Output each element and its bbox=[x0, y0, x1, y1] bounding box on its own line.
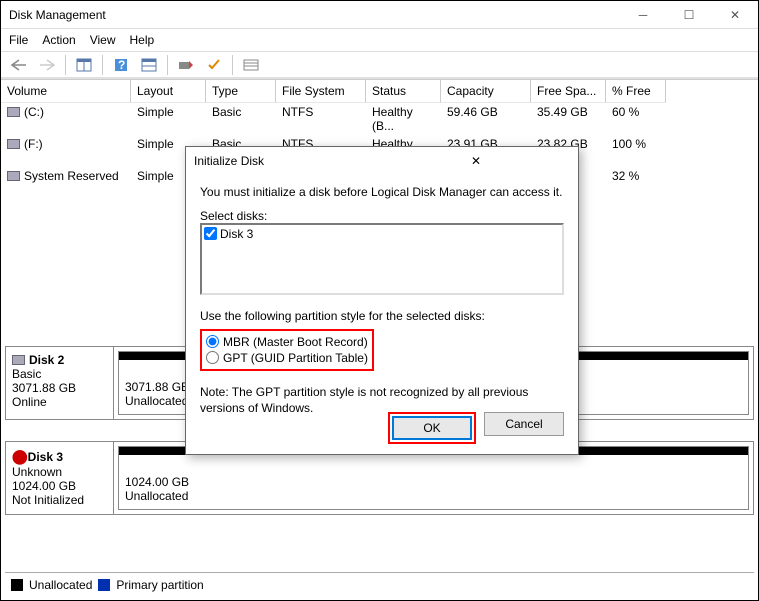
ok-button[interactable]: OK bbox=[392, 416, 472, 440]
mbr-radio-row[interactable]: MBR (Master Boot Record) bbox=[206, 335, 368, 349]
disk3-checkbox[interactable] bbox=[204, 227, 217, 240]
mbr-radio[interactable] bbox=[206, 335, 219, 348]
col-type[interactable]: Type bbox=[206, 80, 276, 103]
menu-action[interactable]: Action bbox=[42, 33, 75, 47]
initialize-disk-dialog: Initialize Disk ✕ You must initialize a … bbox=[185, 146, 579, 455]
help-icon[interactable]: ? bbox=[109, 54, 133, 76]
disk3-label: ⬤Disk 3 Unknown 1024.00 GB Not Initializ… bbox=[6, 442, 114, 514]
legend-primary: Primary partition bbox=[116, 578, 203, 592]
legend-unallocated: Unallocated bbox=[29, 578, 92, 592]
volume-header: Volume Layout Type File System Status Ca… bbox=[1, 80, 758, 103]
panel-icon[interactable] bbox=[72, 54, 96, 76]
col-status[interactable]: Status bbox=[366, 80, 441, 103]
list-icon[interactable] bbox=[239, 54, 263, 76]
col-filesystem[interactable]: File System bbox=[276, 80, 366, 103]
menu-file[interactable]: File bbox=[9, 33, 28, 47]
col-volume[interactable]: Volume bbox=[1, 80, 131, 103]
menubar: File Action View Help bbox=[1, 29, 758, 51]
highlight-partition-style: MBR (Master Boot Record) GPT (GUID Parti… bbox=[200, 329, 374, 371]
back-icon[interactable] bbox=[7, 54, 31, 76]
toolbar: ? bbox=[1, 51, 758, 79]
titlebar: Disk Management ─ ☐ ✕ bbox=[1, 1, 758, 29]
dialog-title: Initialize Disk bbox=[194, 154, 382, 168]
action-icon[interactable] bbox=[174, 54, 198, 76]
forward-icon[interactable] bbox=[35, 54, 59, 76]
col-freespace[interactable]: Free Spa... bbox=[531, 80, 606, 103]
minimize-button[interactable]: ─ bbox=[620, 1, 666, 29]
check-icon[interactable] bbox=[202, 54, 226, 76]
disk3-partition[interactable]: 1024.00 GBUnallocated bbox=[118, 446, 749, 510]
partition-style-label: Use the following partition style for th… bbox=[200, 309, 564, 323]
close-button[interactable]: ✕ bbox=[712, 1, 758, 29]
panel2-icon[interactable] bbox=[137, 54, 161, 76]
disk-icon bbox=[12, 355, 25, 365]
menu-view[interactable]: View bbox=[90, 33, 116, 47]
cancel-button[interactable]: Cancel bbox=[484, 412, 564, 436]
gpt-radio[interactable] bbox=[206, 351, 219, 364]
disk2-label: Disk 2 Basic 3071.88 GB Online bbox=[6, 347, 114, 419]
dialog-close-icon[interactable]: ✕ bbox=[382, 154, 570, 168]
dialog-instruction: You must initialize a disk before Logica… bbox=[200, 185, 564, 199]
select-disks-label: Select disks: bbox=[200, 209, 564, 223]
svg-text:?: ? bbox=[118, 58, 125, 72]
menu-help[interactable]: Help bbox=[130, 33, 155, 47]
col-capacity[interactable]: Capacity bbox=[441, 80, 531, 103]
volume-row[interactable]: (C:)SimpleBasicNTFSHealthy (B...59.46 GB… bbox=[1, 103, 758, 135]
col-pfree[interactable]: % Free bbox=[606, 80, 666, 103]
error-icon: ⬤ bbox=[12, 448, 28, 464]
legend: Unallocated Primary partition bbox=[5, 572, 754, 596]
highlight-ok: OK bbox=[388, 412, 476, 444]
legend-primary-swatch bbox=[98, 579, 110, 591]
legend-unallocated-swatch bbox=[11, 579, 23, 591]
gpt-radio-row[interactable]: GPT (GUID Partition Table) bbox=[206, 351, 368, 365]
window-title: Disk Management bbox=[9, 8, 620, 22]
maximize-button[interactable]: ☐ bbox=[666, 1, 712, 29]
disk-checkbox-item[interactable]: Disk 3 bbox=[204, 227, 560, 241]
col-layout[interactable]: Layout bbox=[131, 80, 206, 103]
disk-select-list[interactable]: Disk 3 bbox=[200, 223, 564, 295]
